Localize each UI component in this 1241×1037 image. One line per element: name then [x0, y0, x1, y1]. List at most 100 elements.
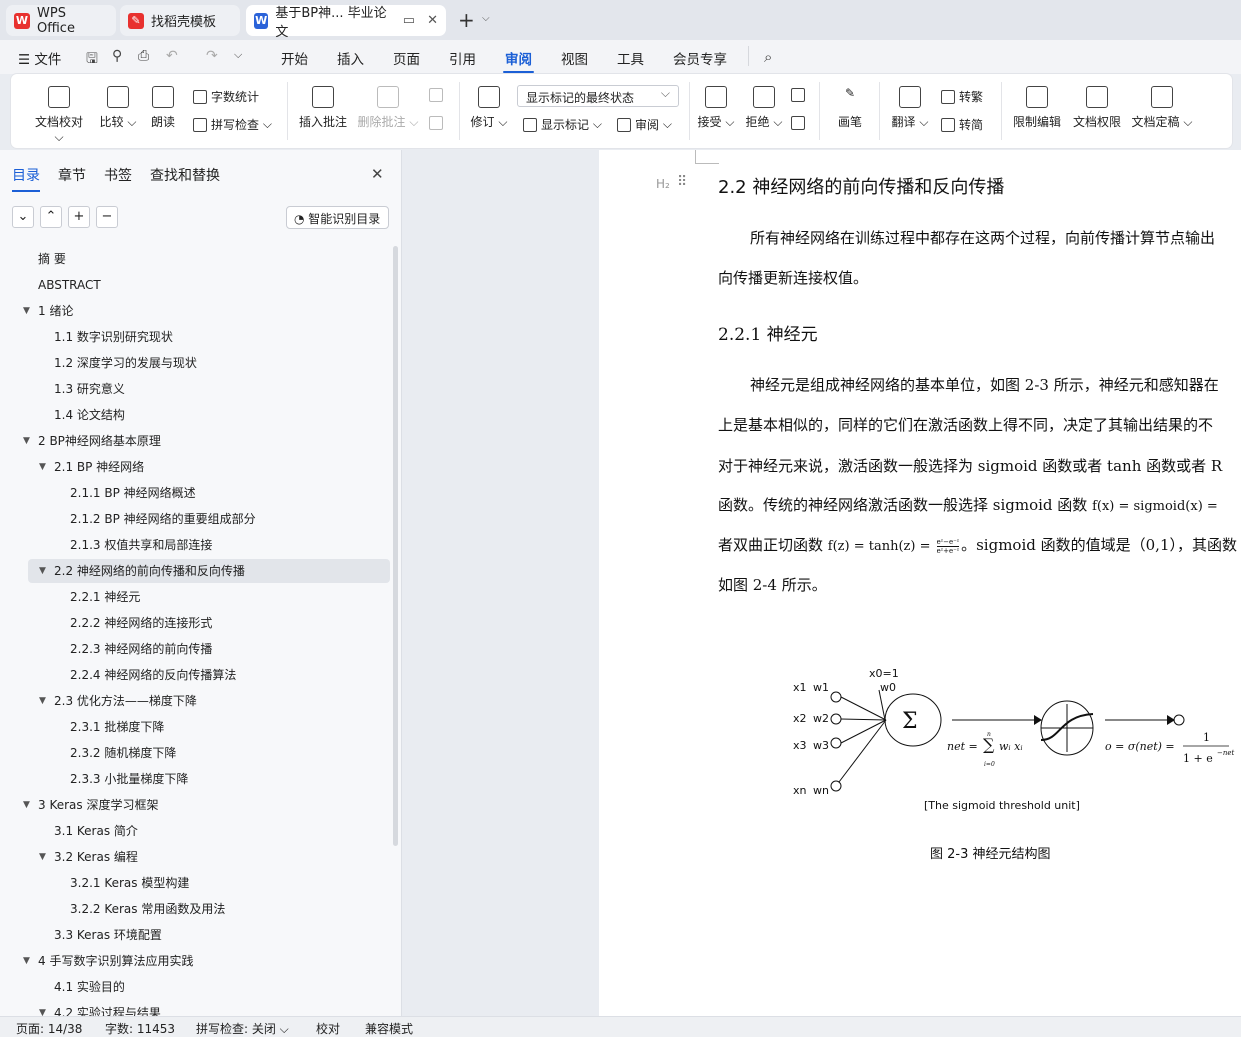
toc-item[interactable]: 3.2.2 Keras 常用函数及用法	[70, 897, 225, 921]
toc-item[interactable]: 3.3 Keras 环境配置	[54, 923, 162, 947]
toc-item[interactable]: 2.3.2 随机梯度下降	[70, 741, 176, 765]
expand-arrow-icon[interactable]: ▼	[23, 949, 30, 973]
doc-check-button[interactable]: 文档校对 ⌵	[29, 86, 89, 145]
delete-comment-button[interactable]: 删除批注 ⌵	[357, 86, 419, 130]
toc-item[interactable]: 3.1 Keras 简介	[54, 819, 138, 843]
toc-item[interactable]: 2.1.2 BP 神经网络的重要组成部分	[70, 507, 256, 531]
close-panel-icon[interactable]: ✕	[371, 165, 384, 183]
toc-item[interactable]: 2.2.3 神经网络的前向传播	[70, 637, 212, 661]
toc-item[interactable]: 2.1.3 权值共享和局部连接	[70, 533, 212, 557]
customize-chevron-icon[interactable]: ⌵	[234, 48, 242, 62]
expand-arrow-icon[interactable]: ▼	[23, 429, 30, 453]
chevron-down-icon[interactable]: ⌵	[482, 13, 490, 24]
insert-comment-button[interactable]: 插入批注	[297, 86, 349, 130]
compare-button[interactable]: 比较 ⌵	[97, 86, 139, 130]
word-count-indicator[interactable]: 字数: 11453	[105, 1020, 175, 1037]
toc-item[interactable]: 3.2.1 Keras 模型构建	[70, 871, 189, 895]
tab-document[interactable]: W 基于BP神... 毕业论文 ▭ ✕	[246, 5, 446, 40]
save-icon[interactable]: 🖫	[86, 48, 98, 72]
track-changes-button[interactable]: 修订 ⌵	[469, 86, 509, 130]
collapse-all-button[interactable]: ⌄	[12, 206, 34, 228]
tab-docer-templates[interactable]: ✎ 找稻壳模板	[120, 5, 240, 36]
menu-view[interactable]: 视图	[561, 48, 588, 68]
menu-insert[interactable]: 插入	[337, 48, 364, 68]
translate-button[interactable]: 翻译 ⌵	[891, 86, 929, 130]
restore-window-icon[interactable]: ▭	[403, 13, 415, 28]
redo-icon[interactable]: ↷	[206, 48, 218, 64]
toc-item[interactable]: ▼ 2.1 BP 神经网络	[39, 455, 144, 479]
search-icon[interactable]: ⌕	[764, 48, 772, 66]
markup-display-select[interactable]: 显示标记的最终状态	[517, 85, 679, 107]
smart-toc-button[interactable]: ◔ 智能识别目录	[286, 206, 389, 229]
toc-item[interactable]: ▼ 2.3 优化方法——梯度下降	[39, 689, 197, 713]
panel-tab-find-replace[interactable]: 查找和替换	[150, 165, 220, 185]
remove-heading-button[interactable]: −	[96, 206, 118, 228]
expand-arrow-icon[interactable]: ▼	[39, 689, 46, 713]
toc-item[interactable]: 1.3 研究意义	[54, 377, 125, 401]
new-tab-icon[interactable]: +	[458, 8, 475, 32]
spell-check-status[interactable]: 拼写检查: 关闭 ⌵	[196, 1020, 289, 1037]
toc-item[interactable]: 2.2.2 神经网络的连接形式	[70, 611, 212, 635]
toc-item[interactable]: 摘 要	[38, 247, 66, 271]
share-icon[interactable]: ⚲	[112, 48, 122, 64]
doc-permission-button[interactable]: 文档权限	[1071, 86, 1123, 130]
next-change-button[interactable]	[791, 116, 809, 130]
panel-tab-bookmarks[interactable]: 书签	[104, 165, 132, 185]
expand-arrow-icon[interactable]: ▼	[39, 455, 46, 479]
panel-tab-sections[interactable]: 章节	[58, 165, 86, 185]
toc-item[interactable]: ▼ 2 BP神经网络基本原理	[23, 429, 161, 453]
toc-item[interactable]: 1.2 深度学习的发展与现状	[54, 351, 197, 375]
toc-item[interactable]: ▼ 3.2 Keras 编程	[39, 845, 138, 869]
toc-item[interactable]: 1.4 论文结构	[54, 403, 125, 427]
proofread-status[interactable]: 校对	[316, 1020, 340, 1037]
toc-item[interactable]: 1.1 数字识别研究现状	[54, 325, 173, 349]
file-menu[interactable]: ☰ 文件	[18, 48, 61, 68]
expand-arrow-icon[interactable]: ▼	[39, 845, 46, 869]
menu-page[interactable]: 页面	[393, 48, 420, 68]
toc-item[interactable]: 2.2.4 神经网络的反向传播算法	[70, 663, 236, 687]
restrict-edit-button[interactable]: 限制编辑	[1011, 86, 1063, 130]
reject-button[interactable]: 拒绝 ⌵	[745, 86, 783, 130]
doc-finalize-button[interactable]: 文档定稿 ⌵	[1131, 86, 1193, 130]
toc-item[interactable]: ▼ 2.2 神经网络的前向传播和反向传播	[39, 559, 245, 583]
toc-item[interactable]: 2.3.3 小批量梯度下降	[70, 767, 188, 791]
prev-comment-button[interactable]	[429, 88, 447, 102]
panel-scrollbar[interactable]	[393, 246, 398, 846]
review-pane-button[interactable]: 审阅 ⌵	[617, 116, 672, 133]
undo-icon[interactable]: ↶	[166, 48, 178, 64]
menu-references[interactable]: 引用	[449, 48, 476, 68]
menu-home[interactable]: 开始	[281, 48, 308, 68]
drag-handle-icon[interactable]: ⠿	[677, 174, 687, 190]
prev-change-button[interactable]	[791, 88, 809, 102]
expand-arrow-icon[interactable]: ▼	[39, 559, 46, 583]
close-tab-icon[interactable]: ✕	[427, 13, 438, 28]
toc-item[interactable]: ▼ 1 绪论	[23, 299, 73, 323]
toc-item[interactable]: ABSTRACT	[38, 273, 101, 297]
show-markup-button[interactable]: 显示标记 ⌵	[523, 116, 602, 133]
accept-button[interactable]: 接受 ⌵	[697, 86, 735, 130]
toc-item[interactable]: 2.2.1 神经元	[70, 585, 140, 609]
document-page[interactable]: H₂ ⠿ 2.2 神经网络的前向传播和反向传播 所有神经网络在训练过程中都存在这…	[599, 150, 1241, 1016]
next-comment-button[interactable]	[429, 116, 447, 130]
word-count-button[interactable]: 字数统计	[193, 88, 259, 105]
panel-tab-toc[interactable]: 目录	[12, 165, 40, 192]
menu-review[interactable]: 审阅	[503, 48, 534, 73]
toc-item[interactable]: ▼ 4 手写数字识别算法应用实践	[23, 949, 193, 973]
menu-vip[interactable]: 会员专享	[673, 48, 727, 68]
page-indicator[interactable]: 页面: 14/38	[16, 1020, 82, 1037]
to-traditional-button[interactable]: 转繁	[941, 88, 983, 105]
print-preview-icon[interactable]: ⎙	[138, 48, 149, 64]
expand-arrow-icon[interactable]: ▼	[23, 299, 30, 323]
add-heading-button[interactable]: +	[68, 206, 90, 228]
expand-arrow-icon[interactable]: ▼	[23, 793, 30, 817]
toc-item[interactable]: 2.1.1 BP 神经网络概述	[70, 481, 196, 505]
toc-item[interactable]: 2.3.1 批梯度下降	[70, 715, 164, 739]
toc-item[interactable]: 4.1 实验目的	[54, 975, 125, 999]
to-simplified-button[interactable]: 转简	[941, 116, 983, 133]
menu-tools[interactable]: 工具	[617, 48, 644, 68]
pen-button[interactable]: ✎ 画笔	[833, 86, 867, 130]
expand-up-button[interactable]: ⌃	[40, 206, 62, 228]
tab-wps-office[interactable]: W WPS Office	[6, 5, 116, 36]
toc-item[interactable]: ▼ 3 Keras 深度学习框架	[23, 793, 158, 817]
spell-check-button[interactable]: 拼写检查 ⌵	[193, 116, 272, 133]
